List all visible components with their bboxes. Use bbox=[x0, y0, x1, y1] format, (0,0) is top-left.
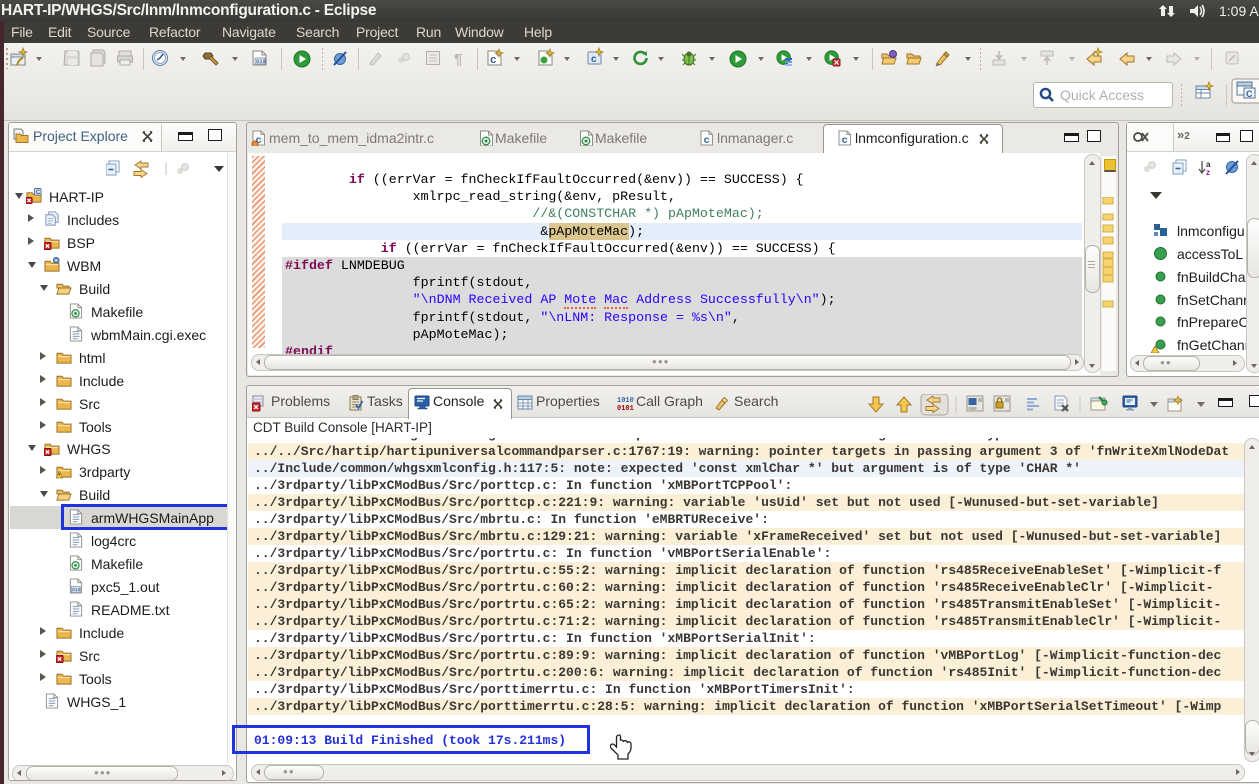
svg-text:¶: ¶ bbox=[454, 51, 462, 68]
svg-text:C: C bbox=[1246, 89, 1253, 99]
svg-text:0101: 0101 bbox=[617, 405, 634, 412]
svg-text:c: c bbox=[591, 54, 597, 65]
svg-text:z: z bbox=[1206, 168, 1210, 177]
svg-text:010: 010 bbox=[256, 58, 266, 65]
svg-text:c: c bbox=[490, 55, 497, 67]
svg-text:1010: 1010 bbox=[617, 397, 634, 405]
